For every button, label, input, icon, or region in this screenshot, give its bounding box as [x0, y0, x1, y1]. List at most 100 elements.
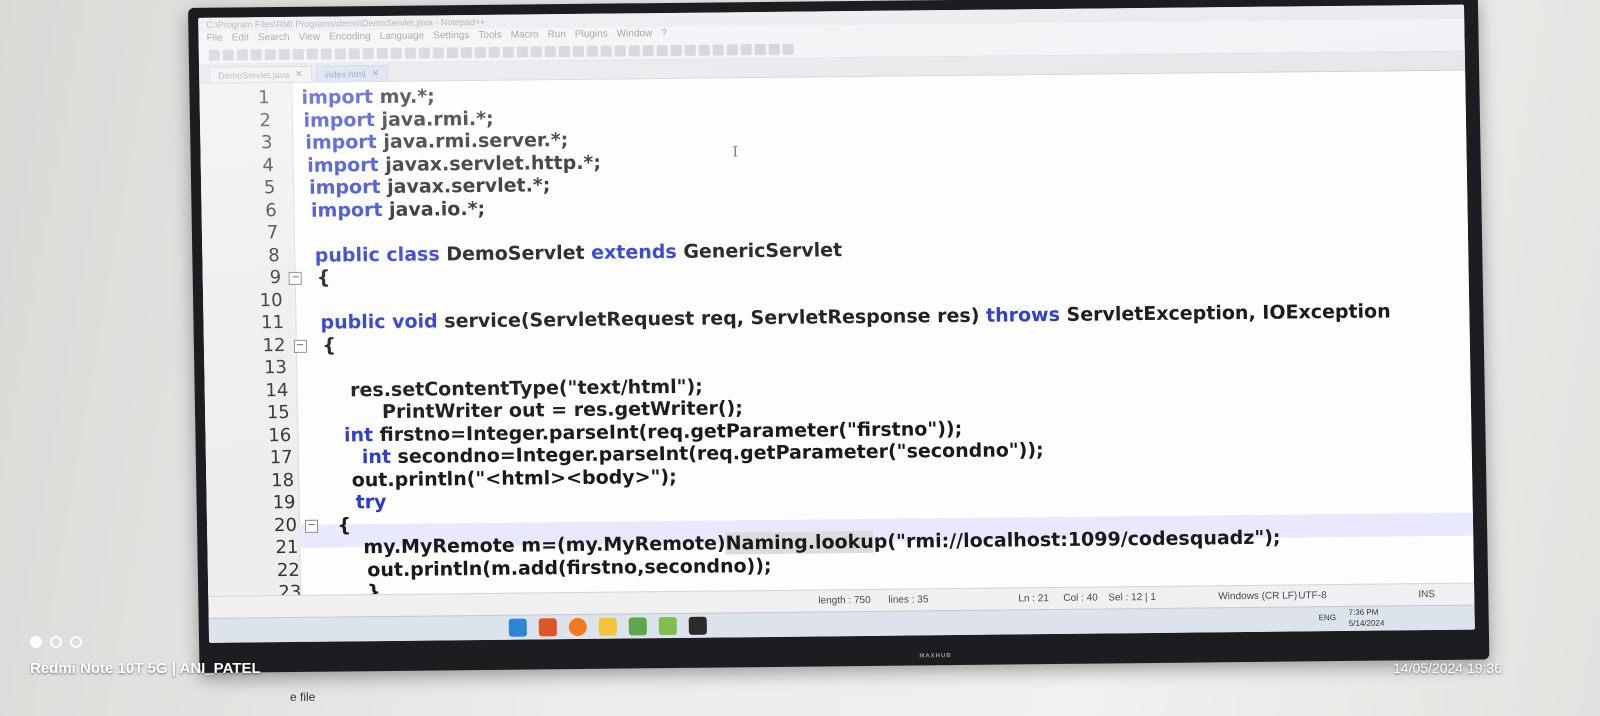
- code-token: GenericServlet: [676, 238, 843, 263]
- menu-item[interactable]: File: [206, 32, 222, 46]
- toolbar-button-icon[interactable]: [642, 44, 654, 56]
- toolbar-button-icon[interactable]: [390, 47, 402, 59]
- file-explorer-icon[interactable]: [598, 617, 617, 636]
- dot-icon: [50, 636, 62, 648]
- code-text: import javax.servlet.http.*;: [307, 151, 601, 176]
- menu-item[interactable]: Macro: [511, 28, 539, 42]
- tab-file[interactable]: DemoServlet.java ✕: [209, 65, 312, 83]
- dot-icon: [70, 636, 82, 648]
- toolbar-button-icon[interactable]: [530, 45, 542, 57]
- line-number: 11: [260, 312, 285, 334]
- toolbar-button-icon[interactable]: [726, 43, 738, 55]
- menu-item[interactable]: View: [298, 31, 320, 45]
- menu-item[interactable]: Search: [258, 31, 290, 45]
- code-text: {: [322, 334, 336, 356]
- edge-icon[interactable]: [508, 618, 527, 637]
- toolbar-button-icon[interactable]: [670, 44, 682, 56]
- toolbar-button-icon[interactable]: [544, 45, 556, 57]
- toolbar-button-icon[interactable]: [754, 43, 766, 55]
- code-token: java.io.*;: [382, 197, 486, 221]
- toolbar-button-icon[interactable]: [768, 43, 780, 55]
- status-sel: Sel : 12 | 1: [1108, 591, 1157, 604]
- menu-item[interactable]: Encoding: [329, 30, 371, 44]
- toolbar-button-icon[interactable]: [250, 48, 262, 60]
- toolbar-button-icon[interactable]: [614, 44, 626, 57]
- toolbar-button-icon[interactable]: [586, 45, 598, 57]
- toolbar-button-icon[interactable]: [404, 47, 416, 59]
- fold-toggle-icon[interactable]: −: [289, 271, 303, 285]
- app-icon[interactable]: [628, 617, 647, 636]
- code-keyword: import: [303, 108, 376, 132]
- code-token: {: [337, 513, 352, 537]
- toolbar-button-icon[interactable]: [628, 44, 640, 56]
- toolbar-button-icon[interactable]: [460, 46, 472, 58]
- code-token: {: [316, 266, 331, 289]
- firefox-icon[interactable]: [568, 617, 587, 637]
- fold-toggle-icon[interactable]: −: [293, 339, 307, 353]
- toolbar-button-icon[interactable]: [502, 46, 514, 58]
- toolbar-button-icon[interactable]: [362, 47, 374, 59]
- tab-label: index.html: [324, 68, 366, 80]
- toolbar-button-icon[interactable]: [348, 47, 360, 59]
- code-keyword: int: [361, 445, 392, 469]
- toolbar-button-icon[interactable]: [782, 43, 794, 55]
- toolbar-button-icon[interactable]: [558, 45, 570, 57]
- tray-time[interactable]: 7:36 PM: [1349, 608, 1379, 617]
- toolbar-button-icon[interactable]: [488, 46, 500, 58]
- toolbar-button-icon[interactable]: [698, 44, 710, 56]
- toolbar-button-icon[interactable]: [264, 48, 276, 60]
- toolbar-button-icon[interactable]: [278, 48, 290, 60]
- toolbar-button-icon[interactable]: [712, 43, 724, 56]
- line-number: 6: [265, 199, 277, 221]
- menu-item[interactable]: Plugins: [575, 28, 608, 42]
- status-length: length : 750: [818, 594, 871, 607]
- line-number: 15: [266, 401, 290, 424]
- toolbar-button-icon[interactable]: [740, 43, 752, 55]
- tray-language[interactable]: ENG: [1319, 613, 1336, 622]
- toolbar-button-icon[interactable]: [432, 46, 444, 58]
- code-text: res.setContentType("text/html");: [350, 375, 703, 401]
- line-number: 1: [257, 87, 270, 109]
- menu-item[interactable]: Edit: [232, 31, 249, 45]
- line-number: 12: [262, 334, 286, 356]
- tab-file[interactable]: index.html ✕: [315, 64, 389, 82]
- close-icon[interactable]: ✕: [295, 69, 303, 80]
- tray-date[interactable]: 5/14/2024: [1349, 619, 1385, 628]
- toolbar-button-icon[interactable]: [516, 45, 528, 58]
- toolbar-button-icon[interactable]: [236, 48, 248, 60]
- toolbar-button-icon[interactable]: [292, 48, 304, 60]
- line-number: 19: [272, 491, 296, 514]
- fold-toggle-icon[interactable]: −: [304, 519, 319, 533]
- toolbar-button-icon[interactable]: [418, 46, 430, 59]
- photo-device-watermark: Redmi Note 10T 5G | ANI_PATEL: [30, 660, 261, 677]
- toolbar-button-icon[interactable]: [572, 45, 584, 57]
- toolbar-button-icon[interactable]: [474, 46, 486, 58]
- toolbar-button-icon[interactable]: [600, 45, 612, 57]
- close-icon[interactable]: ✕: [372, 68, 380, 79]
- terminal-icon[interactable]: [688, 616, 707, 635]
- toolbar-button-icon[interactable]: [656, 44, 668, 56]
- code-text: import java.io.*;: [311, 197, 485, 221]
- menu-item[interactable]: Settings: [433, 29, 469, 43]
- code-keyword: int: [343, 423, 374, 446]
- toolbar-button-icon[interactable]: [208, 49, 220, 61]
- toolbar-button-icon[interactable]: [222, 49, 234, 61]
- menu-item[interactable]: Run: [547, 28, 566, 42]
- toolbar-button-icon[interactable]: [334, 47, 346, 59]
- toolbar-button-icon[interactable]: [684, 44, 696, 56]
- toolbar-button-icon[interactable]: [446, 46, 458, 58]
- code-token: my.*;: [372, 85, 435, 109]
- code-editor[interactable]: 1 import my.*; 2 import java.rmi.*; 3 import …: [199, 70, 1475, 643]
- notepadpp-icon[interactable]: [658, 616, 677, 636]
- toolbar-button-icon[interactable]: [306, 48, 318, 60]
- toolbar-button-icon[interactable]: [376, 47, 388, 59]
- menu-item[interactable]: Language: [380, 30, 425, 44]
- toolbar-button-icon[interactable]: [320, 48, 332, 60]
- line-number: 3: [260, 132, 273, 154]
- menu-item[interactable]: ?: [661, 27, 667, 41]
- menu-item[interactable]: Tools: [478, 29, 502, 43]
- status-encoding: UTF-8: [1298, 590, 1327, 602]
- code-token: ServletException, IOException: [1059, 300, 1391, 326]
- menu-item[interactable]: Window: [617, 27, 653, 41]
- brave-icon[interactable]: [538, 618, 557, 637]
